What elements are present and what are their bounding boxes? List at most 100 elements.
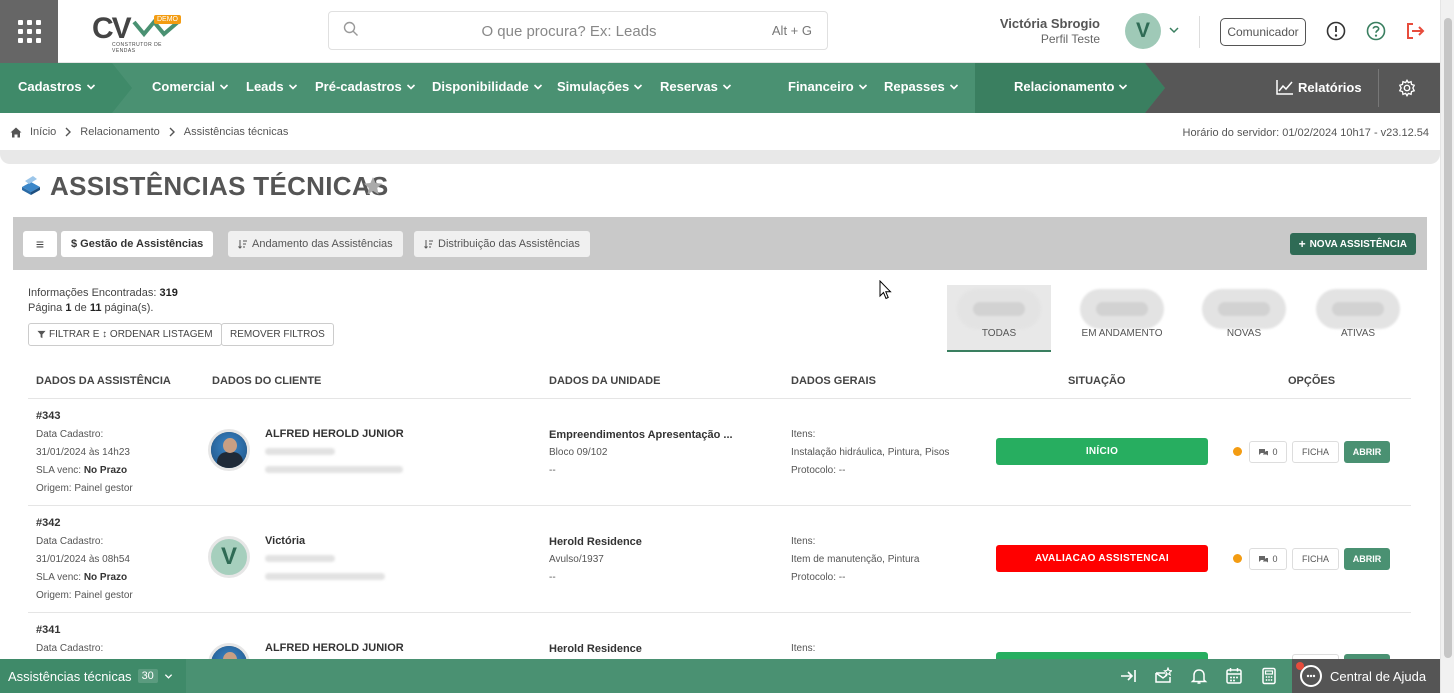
ficha-button[interactable]: FICHA [1292, 548, 1339, 570]
col-header-unidade[interactable]: DADOS DA UNIDADE [549, 375, 660, 387]
assistencia-id[interactable]: #342 [36, 517, 60, 529]
client-name[interactable]: Victória [265, 535, 305, 547]
user-role: Perfil Teste [1040, 32, 1100, 46]
toolbar: ≡ $ Gestão de Assistências Andamento das… [13, 217, 1427, 270]
pagination-info: Página 1 de 11 página(s). [28, 302, 154, 314]
tab-andamento-assistencias[interactable]: Andamento das Assistências [228, 231, 403, 257]
nav-item-repasses[interactable]: Repasses [884, 79, 959, 94]
nav-item-simulacoes[interactable]: Simulações [557, 79, 643, 94]
tools-icon [22, 176, 40, 195]
col-header-situacao[interactable]: SITUAÇÃO [1068, 375, 1125, 387]
home-icon[interactable] [10, 127, 22, 138]
filter-sort-button[interactable]: FILTRAR E ↕ ORDENAR LISTAGEM [28, 323, 222, 346]
scrollbar-thumb[interactable] [1444, 18, 1452, 658]
remove-filters-button[interactable]: REMOVER FILTROS [221, 323, 334, 346]
help-icon[interactable] [1366, 21, 1386, 41]
logo[interactable]: CV DEMO CONSTRUTOR DE VENDAS [92, 12, 187, 54]
assistencia-id[interactable]: #341 [36, 624, 60, 636]
nav-item-financeiro[interactable]: Financeiro [788, 79, 868, 94]
nav-item-pre-cadastros[interactable]: Pré-cadastros [315, 79, 416, 94]
chevron-down-icon [722, 83, 731, 90]
notification-dot [1296, 662, 1304, 670]
chevron-down-icon [86, 83, 95, 90]
chevron-down-icon [1119, 83, 1128, 90]
bottom-section-selector[interactable]: Assistências técnicas 30 [0, 659, 186, 693]
chat-support-icon [1300, 665, 1322, 687]
star-icon[interactable] [362, 175, 384, 197]
page-scrollbar[interactable] [1440, 0, 1454, 693]
breadcrumb-relacionamento[interactable]: Relacionamento [80, 126, 160, 138]
abrir-button[interactable]: ABRIR [1344, 441, 1390, 463]
page-title: ASSISTÊNCIAS TÉCNICAS [50, 171, 389, 201]
info-icon[interactable] [1326, 21, 1346, 41]
logo-demo-badge: DEMO [154, 15, 181, 24]
nav-item-comercial[interactable]: Comercial [152, 79, 229, 94]
status-dot [1233, 447, 1242, 456]
gear-icon[interactable] [1398, 79, 1416, 97]
chevron-down-icon [949, 83, 958, 90]
chevron-down-icon [219, 83, 228, 90]
assistencia-id[interactable]: #343 [36, 410, 60, 422]
tab-distribuicao-assistencias[interactable]: Distribuição das Assistências [414, 231, 590, 257]
status-tab-novas[interactable]: NOVAS [1192, 285, 1296, 352]
comments-icon [1259, 448, 1269, 455]
tab-gestao-assistencias[interactable]: $ Gestão de Assistências [61, 231, 214, 257]
nova-assistencia-button[interactable]: + NOVA ASSISTÊNCIA [1289, 233, 1416, 255]
status-tab-em-andamento[interactable]: EM ANDAMENTO [1070, 285, 1174, 352]
nav-item-relatorios[interactable]: Relatórios [1276, 79, 1362, 95]
logout-icon[interactable] [1405, 21, 1425, 41]
breadcrumb-home[interactable]: Início [30, 126, 56, 138]
chevron-down-icon [288, 83, 297, 90]
comments-button[interactable]: 0 [1249, 441, 1287, 463]
nav-item-cadastros[interactable]: Cadastros [18, 79, 96, 94]
calculator-icon[interactable] [1260, 667, 1278, 685]
col-header-opcoes: OPÇÕES [1288, 375, 1336, 387]
logo-subtitle: CONSTRUTOR DE VENDAS [112, 42, 163, 54]
plus-icon: + [1298, 237, 1306, 251]
client-name[interactable]: ALFRED HEROLD JUNIOR [265, 642, 404, 654]
chevron-down-icon[interactable] [1168, 24, 1180, 36]
comunicador-button[interactable]: Comunicador [1220, 18, 1306, 46]
grid-icon [17, 20, 41, 43]
search-input[interactable] [369, 20, 769, 42]
breadcrumb: Início Relacionamento Assistências técni… [10, 126, 288, 138]
client-avatar [208, 429, 250, 471]
filter-icon [37, 330, 46, 339]
nav-item-relacionamento[interactable]: Relacionamento [1014, 79, 1128, 94]
user-avatar[interactable]: V [1125, 13, 1161, 49]
chevron-right-icon [65, 127, 72, 137]
comments-icon [1259, 555, 1269, 562]
chevron-down-icon [406, 83, 415, 90]
breadcrumb-current: Assistências técnicas [183, 126, 289, 138]
calendar-icon[interactable] [1225, 667, 1243, 685]
col-header-cliente[interactable]: DADOS DO CLIENTE [212, 375, 321, 387]
search-box: Alt + G [328, 11, 828, 50]
col-header-assistencia[interactable]: DADOS DA ASSISTÊNCIA [36, 375, 171, 387]
collapse-right-icon[interactable] [1120, 667, 1138, 685]
nav-item-reservas[interactable]: Reservas [660, 79, 732, 94]
hamburger-menu-button[interactable]: ≡ [23, 231, 57, 257]
status-tab-todas[interactable]: TODAS [947, 285, 1051, 352]
col-header-gerais[interactable]: DADOS GERAIS [791, 375, 876, 387]
status-dot [1233, 554, 1242, 563]
bottom-bar: Assistências técnicas 30 Central de Ajud… [0, 659, 1440, 693]
user-name[interactable]: Victória Sbrogio [1000, 16, 1100, 31]
client-avatar: V [208, 536, 250, 578]
nav-item-disponibilidade[interactable]: Disponibilidade [432, 79, 543, 94]
comments-button[interactable]: 0 [1249, 548, 1287, 570]
status-tab-ativas[interactable]: ATIVAS [1306, 285, 1410, 352]
server-time: Horário do servidor: 01/02/2024 10h17 - … [1182, 127, 1429, 139]
status-badge: AVALIACAO ASSISTENCAI [996, 545, 1208, 572]
chevron-right-icon [169, 127, 175, 137]
client-name[interactable]: ALFRED HEROLD JUNIOR [265, 428, 404, 440]
central-de-ajuda-button[interactable]: Central de Ajuda [1292, 659, 1440, 693]
abrir-button[interactable]: ABRIR [1344, 548, 1390, 570]
apps-menu-button[interactable] [0, 0, 58, 63]
nav-item-leads[interactable]: Leads [246, 79, 298, 94]
search-shortcut: Alt + G [771, 23, 812, 38]
mail-notification-icon[interactable] [1154, 667, 1172, 685]
chart-line-icon [1276, 80, 1293, 95]
ficha-button[interactable]: FICHA [1292, 441, 1339, 463]
bell-icon[interactable] [1190, 667, 1208, 685]
results-count: Informações Encontradas: 319 [28, 287, 178, 299]
